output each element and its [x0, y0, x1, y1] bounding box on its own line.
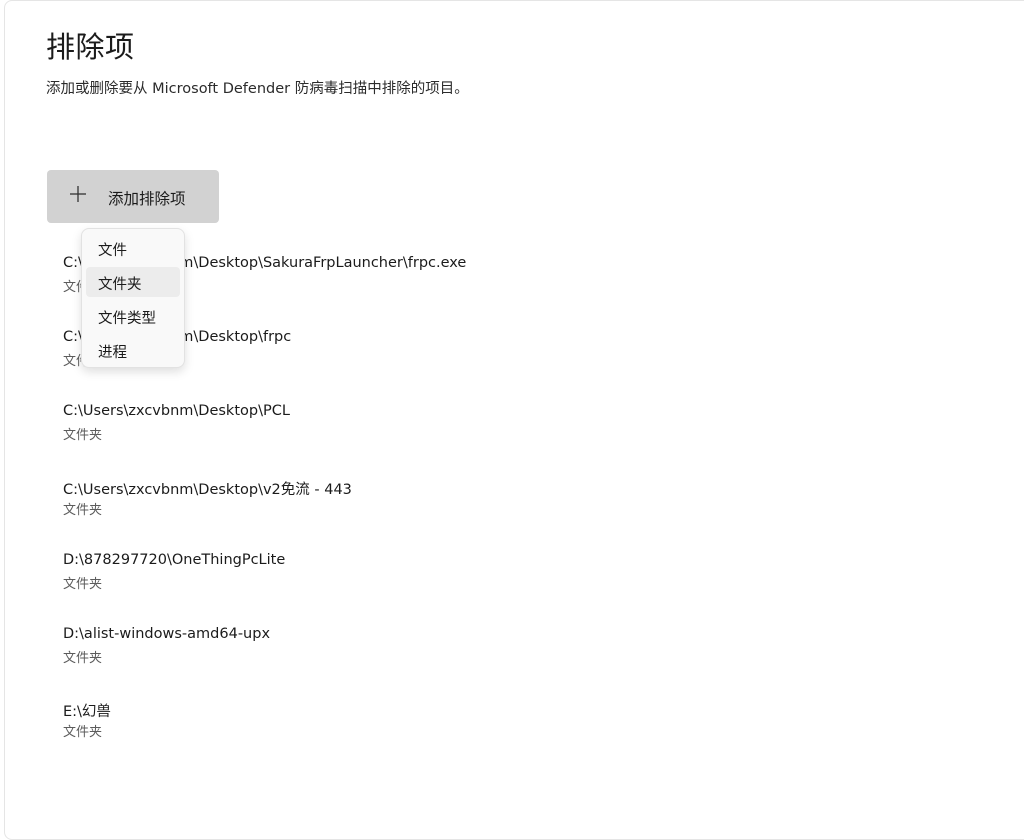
exclusion-type: 文件夹 — [63, 428, 103, 443]
exclusion-item[interactable]: D:\878297720\OneThingPcLite 文件夹 — [63, 552, 763, 598]
menu-item-label: 文件夹 — [98, 277, 142, 293]
add-exclusion-button[interactable]: 添加排除项 — [47, 170, 219, 223]
exclusion-path: D:\878297720\OneThingPcLite — [63, 552, 286, 568]
add-exclusion-dropdown-menu: 文件 文件夹 文件类型 进程 — [81, 228, 185, 368]
add-exclusion-label: 添加排除项 — [108, 190, 186, 208]
menu-item-file[interactable]: 文件 — [86, 233, 180, 263]
exclusion-path: C:\Users\zxcvbnm\Desktop\PCL — [63, 403, 290, 419]
menu-item-label: 文件类型 — [98, 311, 156, 327]
menu-item-label: 进程 — [98, 345, 127, 361]
menu-item-label: 文件 — [98, 243, 127, 259]
exclusion-type: 文件夹 — [63, 577, 103, 592]
exclusion-type: 文件夹 — [63, 503, 103, 518]
menu-item-file-type[interactable]: 文件类型 — [86, 301, 180, 331]
menu-item-folder[interactable]: 文件夹 — [86, 267, 180, 297]
exclusion-type: 文件夹 — [63, 725, 103, 740]
page-title: 排除项 — [46, 30, 135, 64]
exclusion-type: 文件夹 — [63, 651, 103, 666]
plus-icon — [70, 186, 86, 202]
exclusion-path: D:\alist-windows-amd64-upx — [63, 626, 271, 642]
page-description: 添加或删除要从 Microsoft Defender 防病毒扫描中排除的项目。 — [46, 81, 469, 97]
exclusion-item[interactable]: D:\alist-windows-amd64-upx 文件夹 — [63, 626, 763, 672]
exclusion-item[interactable]: E:\幻兽 文件夹 — [63, 700, 763, 746]
exclusion-path: E:\幻兽 — [63, 704, 111, 720]
exclusion-path: C:\Users\zxcvbnm\Desktop\v2免流 - 443 — [63, 482, 352, 498]
menu-item-process[interactable]: 进程 — [86, 335, 180, 365]
exclusion-item[interactable]: C:\Users\zxcvbnm\Desktop\PCL 文件夹 — [63, 403, 763, 449]
exclusion-item[interactable]: C:\Users\zxcvbnm\Desktop\v2免流 - 443 文件夹 — [63, 478, 763, 524]
